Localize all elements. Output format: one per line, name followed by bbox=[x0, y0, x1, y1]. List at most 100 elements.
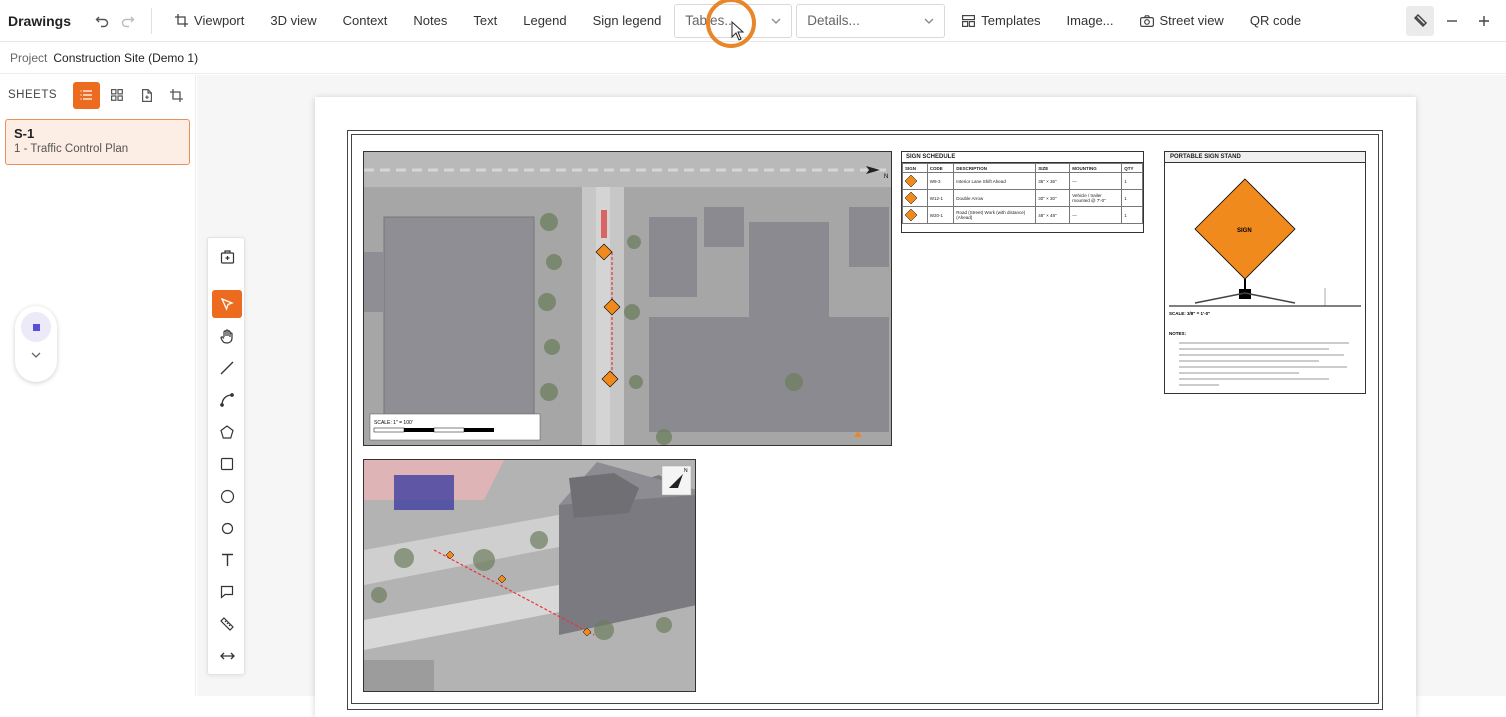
circle-tool-icon[interactable] bbox=[212, 482, 242, 510]
grid-view-icon[interactable] bbox=[103, 82, 130, 109]
chevron-down-icon[interactable] bbox=[31, 350, 41, 360]
iso-north-label: N bbox=[684, 468, 688, 474]
floating-layer-control bbox=[15, 306, 57, 382]
table-cell: Interior Lane Shift Ahead bbox=[953, 172, 1037, 190]
sign-symbol-icon bbox=[902, 172, 928, 190]
sheets-header: SHEETS bbox=[0, 75, 195, 115]
plus-icon bbox=[1479, 16, 1489, 26]
viewport-button[interactable]: Viewport bbox=[162, 6, 257, 36]
text-button[interactable]: Text bbox=[460, 6, 510, 36]
zoom-in-button[interactable] bbox=[1470, 6, 1498, 36]
3d-view-button[interactable]: 3D view bbox=[257, 6, 329, 36]
list-view-icon[interactable] bbox=[73, 81, 101, 109]
table-row: W20-1 Road (Street) Work (with distance)… bbox=[902, 206, 1143, 224]
app-title: Drawings bbox=[8, 12, 72, 29]
table-header-cell: MOUNTING bbox=[1069, 163, 1123, 173]
zoom-controls bbox=[1406, 6, 1498, 36]
sign-schedule-title: SIGN SCHEDULE bbox=[902, 152, 1143, 163]
notes-button[interactable]: Notes bbox=[400, 6, 460, 36]
point-tool-icon[interactable] bbox=[212, 514, 242, 542]
sheet-code: S-1 bbox=[14, 126, 35, 141]
project-label: Project bbox=[10, 50, 48, 65]
image-button[interactable]: Image... bbox=[1054, 6, 1127, 36]
table-header-cell: DESCRIPTION bbox=[953, 163, 1037, 173]
table-header-cell: SIGN bbox=[902, 163, 928, 173]
3d-site-view[interactable]: N bbox=[363, 459, 696, 692]
add-sheet-icon[interactable] bbox=[133, 82, 160, 109]
table-header-cell: QTY bbox=[1121, 163, 1143, 173]
add-element-icon[interactable] bbox=[212, 242, 242, 270]
table-cell: W9-3 bbox=[926, 172, 955, 190]
snap-toggle-button[interactable] bbox=[1406, 6, 1434, 36]
layer-indicator-button[interactable] bbox=[21, 312, 51, 342]
table-cell: Vehicle / trailer mounted @ 7'-0" bbox=[1069, 189, 1123, 207]
polygon-tool-icon[interactable] bbox=[212, 418, 242, 446]
toolbar-divider bbox=[151, 7, 153, 34]
street-view-label: Street view bbox=[1159, 13, 1224, 28]
rectangle-tool-icon[interactable] bbox=[212, 450, 242, 478]
north-label: N bbox=[884, 174, 888, 180]
templates-button[interactable]: Templates bbox=[949, 6, 1053, 36]
table-cell: 1 bbox=[1121, 172, 1143, 190]
sign-legend-button[interactable]: Sign legend bbox=[580, 6, 675, 36]
table-cell: — bbox=[1069, 172, 1123, 190]
crop-icon[interactable] bbox=[163, 82, 190, 109]
qr-code-button[interactable]: QR code bbox=[1237, 6, 1314, 36]
templates-icon bbox=[962, 14, 976, 27]
sign-schedule-table[interactable]: SIGN SCHEDULE SIGN CODE DESCRIPTION SIZE… bbox=[901, 151, 1144, 233]
sign-schedule-grid: SIGN CODE DESCRIPTION SIZE MOUNTING QTY … bbox=[902, 163, 1143, 224]
table-header-row: SIGN CODE DESCRIPTION SIZE MOUNTING QTY bbox=[902, 163, 1143, 173]
mouse-cursor-icon bbox=[731, 21, 745, 41]
measure-tool-icon[interactable] bbox=[212, 610, 242, 638]
line-tool-icon[interactable] bbox=[212, 354, 242, 382]
table-cell: 1 bbox=[1121, 206, 1143, 224]
curve-tool-icon[interactable] bbox=[212, 386, 242, 414]
stand-sign-label: SIGN bbox=[1237, 228, 1252, 234]
context-button[interactable]: Context bbox=[330, 6, 401, 36]
table-cell: Road (Street) Work (with distance) (Ahea… bbox=[953, 206, 1037, 224]
stand-title: PORTABLE SIGN STAND bbox=[1165, 152, 1365, 163]
text-tool-icon[interactable] bbox=[212, 546, 242, 574]
sign-symbol-icon bbox=[902, 206, 928, 224]
chevron-down-icon bbox=[924, 18, 934, 24]
select-tool-icon[interactable] bbox=[212, 290, 242, 318]
minus-icon bbox=[1447, 20, 1457, 22]
table-cell: 1 bbox=[1121, 189, 1143, 207]
crop-icon bbox=[175, 14, 189, 27]
magnet-icon bbox=[1413, 13, 1428, 28]
project-name[interactable]: Construction Site (Demo 1) bbox=[53, 51, 198, 65]
table-cell: W12-1 bbox=[926, 189, 955, 207]
camera-icon bbox=[1139, 14, 1154, 27]
table-row: W12-1 Double Arrow 30" × 30" Vehicle / t… bbox=[902, 189, 1143, 207]
templates-label: Templates bbox=[981, 13, 1041, 28]
details-dropdown-label: Details... bbox=[807, 13, 860, 28]
street-view-button[interactable]: Street view bbox=[1127, 6, 1237, 36]
table-cell: W20-1 bbox=[926, 206, 955, 224]
pan-hand-icon[interactable] bbox=[212, 322, 242, 350]
legend-button[interactable]: Legend bbox=[510, 6, 579, 36]
project-bar: Project Construction Site (Demo 1) bbox=[0, 42, 1506, 74]
aerial-scale-label: SCALE: 1" = 100' bbox=[374, 420, 413, 426]
viewport-label: Viewport bbox=[194, 13, 245, 28]
zoom-out-button[interactable] bbox=[1438, 6, 1466, 36]
sheets-sidebar: SHEETS S-1 1 - Traffic Control Plan bbox=[0, 75, 196, 696]
tables-dropdown-label: Tables... bbox=[685, 13, 736, 28]
resize-arrows-icon[interactable] bbox=[212, 642, 242, 670]
redo-icon[interactable] bbox=[115, 8, 141, 34]
chevron-down-icon bbox=[771, 18, 781, 24]
table-cell: Double Arrow bbox=[953, 189, 1037, 207]
portable-sign-stand-detail[interactable]: PORTABLE SIGN STAND SIGN SCALE: 3/8" = 1… bbox=[1164, 151, 1366, 394]
details-dropdown[interactable]: Details... bbox=[796, 3, 946, 38]
sheet-item-s1[interactable]: S-1 1 - Traffic Control Plan bbox=[5, 119, 190, 165]
table-cell: 36" × 36" bbox=[1035, 172, 1071, 190]
sheets-title: SHEETS bbox=[8, 89, 58, 101]
table-row: W9-3 Interior Lane Shift Ahead 36" × 36"… bbox=[902, 172, 1143, 190]
table-cell: — bbox=[1069, 206, 1123, 224]
comment-tool-icon[interactable] bbox=[212, 578, 242, 606]
sign-symbol-icon bbox=[902, 189, 928, 207]
stand-notes-title: NOTES: bbox=[1169, 331, 1187, 336]
table-cell: 48" × 48" bbox=[1035, 206, 1071, 224]
undo-icon[interactable] bbox=[89, 8, 115, 34]
top-toolbar: Drawings Viewport 3D view Context Notes … bbox=[0, 0, 1506, 42]
aerial-site-plan[interactable]: N SCALE: 1" = 100' bbox=[363, 151, 892, 446]
